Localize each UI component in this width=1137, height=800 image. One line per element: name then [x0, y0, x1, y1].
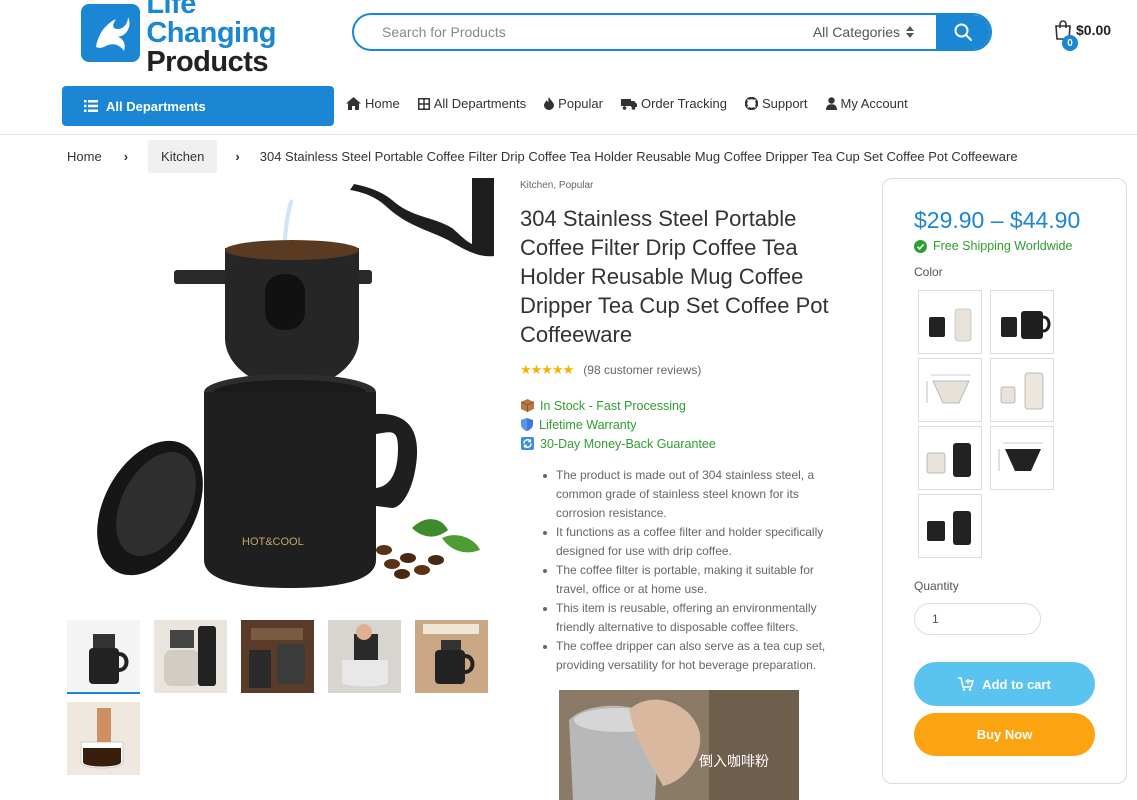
nav-item-order-tracking[interactable]: Order Tracking [620, 96, 727, 111]
check-circle-icon [914, 239, 927, 253]
feature-item: 30-Day Money-Back Guarantee [521, 434, 716, 453]
shipping-notice: Free Shipping Worldwide [914, 239, 1072, 253]
lifebuoy-icon [744, 97, 758, 110]
five-stars-icon: ★★★★★ [520, 362, 574, 377]
color-swatch[interactable] [918, 494, 982, 558]
updown-arrows-icon [906, 26, 914, 38]
product-thumbnail[interactable] [328, 620, 401, 693]
box-icon [521, 399, 534, 412]
grid-icon [417, 97, 430, 110]
logo-text-line2: Products [146, 45, 268, 78]
buy-now-label: Buy Now [976, 727, 1033, 742]
cart-plus-icon [958, 677, 975, 691]
product-thumbnail[interactable] [67, 620, 140, 693]
search-button[interactable] [936, 15, 990, 49]
category-select-label: All Categories [812, 24, 900, 40]
feature-text: In Stock - Fast Processing [540, 398, 686, 413]
description-bullet: The coffee dripper can also serve as a t… [538, 637, 838, 675]
search-icon [954, 23, 972, 41]
active-thumbnail-indicator [67, 692, 140, 694]
home-icon [346, 97, 361, 110]
nav-item-popular[interactable]: Popular [544, 96, 603, 111]
quantity-input[interactable] [914, 603, 1041, 635]
cart-count-badge: 0 [1062, 35, 1078, 51]
color-swatch[interactable] [990, 358, 1054, 422]
feature-item: Lifetime Warranty [521, 415, 716, 434]
quantity-label: Quantity [914, 579, 959, 593]
breadcrumb-current: 304 Stainless Steel Portable Coffee Filt… [259, 148, 1018, 164]
product-video[interactable]: 倒入咖啡粉 [559, 690, 799, 800]
product-thumbnail[interactable] [415, 620, 488, 693]
add-to-cart-button[interactable]: Add to cart [914, 662, 1095, 706]
nav-item-label: Order Tracking [640, 96, 727, 111]
chevron-right-icon: › [235, 148, 240, 164]
shield-icon [521, 418, 533, 431]
nav-item-my-account[interactable]: My Account [825, 96, 908, 111]
price-range: $29.90 – $44.90 [914, 207, 1081, 233]
nav-item-support[interactable]: Support [744, 96, 808, 111]
color-label: Color [914, 265, 943, 279]
fire-icon [544, 97, 555, 110]
nav-item-label: Home [365, 96, 400, 111]
all-departments-label: All Departments [106, 98, 206, 114]
nav-item-all-departments[interactable]: All Departments [417, 96, 527, 111]
logo-text-line1: Life Changing [146, 0, 277, 49]
chevron-right-icon: › [123, 148, 129, 164]
main-nav: Home All Departments Popular Order Track… [346, 96, 926, 111]
breadcrumb: Home › Kitchen › 304 Stainless Steel Por… [67, 139, 1018, 173]
nav-item-label: Popular [558, 96, 603, 111]
product-thumbnail[interactable] [241, 620, 314, 693]
product-categories[interactable]: Kitchen, Popular [520, 180, 593, 191]
product-title: 304 Stainless Steel Portable Coffee Filt… [520, 206, 829, 347]
color-swatch[interactable] [918, 426, 982, 490]
product-thumbnail[interactable] [67, 702, 140, 775]
description-bullet: This item is reusable, offering an envir… [538, 599, 838, 637]
breadcrumb-home[interactable]: Home [67, 149, 102, 164]
all-departments-button[interactable]: All Departments [62, 86, 334, 126]
add-to-cart-label: Add to cart [982, 676, 1051, 692]
feature-text: Lifetime Warranty [539, 417, 637, 432]
color-swatch[interactable] [990, 426, 1054, 490]
shipping-text: Free Shipping Worldwide [933, 239, 1073, 253]
description-bullet: The coffee filter is portable, making it… [538, 561, 838, 599]
nav-item-label: All Departments [433, 96, 527, 111]
search-input[interactable] [354, 15, 813, 49]
header-divider [0, 134, 1137, 135]
site-logo[interactable]: Life Changing Products [81, 0, 331, 76]
category-select[interactable]: All Categories [813, 24, 936, 40]
feature-item: In Stock - Fast Processing [521, 396, 716, 415]
color-swatch[interactable] [918, 358, 982, 422]
user-icon [825, 97, 837, 110]
nav-item-home[interactable]: Home [346, 96, 400, 111]
video-caption: 倒入咖啡粉 [699, 754, 769, 770]
dragon-logo-icon [81, 4, 141, 62]
breadcrumb-category[interactable]: Kitchen [148, 139, 218, 173]
color-swatch[interactable] [918, 290, 982, 354]
description-bullet: The product is made out of 304 stainless… [538, 466, 838, 523]
search-bar: All Categories [352, 13, 992, 51]
nav-item-label: My Account [840, 96, 908, 111]
refresh-icon [521, 437, 534, 450]
mug-brand-text: HOT&COOL [242, 536, 304, 548]
cart-total: $0.00 [1076, 22, 1112, 38]
product-main-image[interactable]: HOT&COOL [92, 178, 494, 604]
cart-button[interactable]: 0 $0.00 [1054, 20, 1112, 51]
truck-icon [620, 98, 637, 110]
product-description-list: The product is made out of 304 stainless… [538, 466, 838, 675]
review-count[interactable]: (98 customer reviews) [583, 363, 701, 377]
nav-item-label: Support [761, 96, 808, 111]
description-bullet: It functions as a coffee filter and hold… [538, 523, 838, 561]
product-thumbnail[interactable] [154, 620, 227, 693]
product-rating[interactable]: ★★★★★ (98 customer reviews) [520, 362, 701, 378]
menu-icon [84, 100, 98, 112]
color-swatch[interactable] [990, 290, 1054, 354]
feature-text: 30-Day Money-Back Guarantee [540, 436, 716, 451]
product-features: In Stock - Fast Processing Lifetime Warr… [521, 396, 716, 453]
buy-now-button[interactable]: Buy Now [914, 713, 1095, 756]
